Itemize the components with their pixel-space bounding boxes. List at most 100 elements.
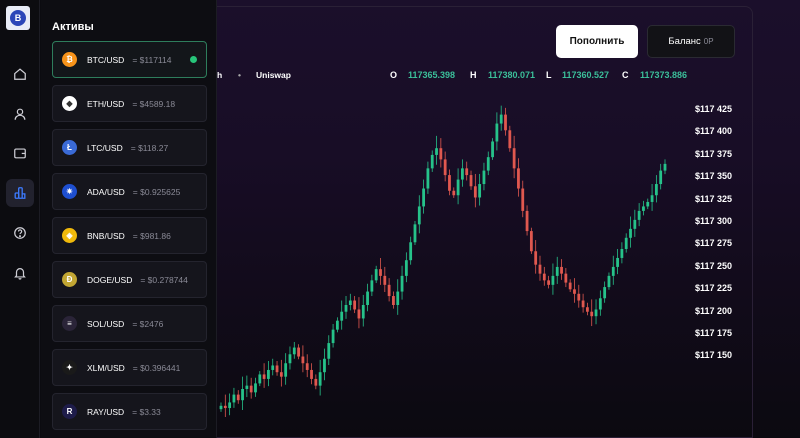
candle-body <box>499 114 503 124</box>
app-logo[interactable]: B <box>6 6 30 30</box>
candle-body <box>430 154 434 169</box>
candle-body <box>323 358 326 373</box>
coin-icon: ₿ <box>62 52 77 67</box>
wallet-icon[interactable] <box>6 139 34 167</box>
source-label: Uniswap <box>256 70 291 80</box>
user-icon[interactable] <box>6 100 34 128</box>
candle-body <box>417 206 421 225</box>
asset-pair: ETH/USD <box>87 98 125 109</box>
candle-body <box>314 378 318 386</box>
asset-pair: DOGE/USD <box>87 274 133 285</box>
candle-body <box>491 141 494 158</box>
candle-body <box>659 170 663 185</box>
candle-body <box>318 372 322 386</box>
candle-body <box>249 385 253 393</box>
candle-body <box>275 365 279 373</box>
asset-pair: XLM/USD <box>87 362 125 373</box>
candle-body <box>271 365 275 370</box>
candle-body <box>551 275 555 285</box>
home-icon[interactable] <box>6 60 34 88</box>
candle-body <box>340 311 344 321</box>
candle-body <box>409 242 413 261</box>
candle-body <box>620 249 624 258</box>
candle-body <box>538 264 542 274</box>
candle-body <box>581 300 585 308</box>
coin-icon: ≡ <box>62 316 77 331</box>
candle-body <box>331 329 335 344</box>
candle-body <box>310 369 313 379</box>
candle-body <box>219 405 223 410</box>
asset-item[interactable]: ◈ BNB/USD = $981.86 <box>52 217 207 254</box>
asset-pair: SOL/USD <box>87 318 125 329</box>
asset-price: = $0.925625 <box>132 186 181 197</box>
candle-body <box>577 293 581 301</box>
candle-body <box>348 300 352 305</box>
high-value: 117380.071 <box>488 70 536 80</box>
y-axis-tick-label: $117 425 <box>695 104 733 114</box>
candle-body <box>232 394 236 403</box>
coin-icon: ◈ <box>62 228 77 243</box>
active-indicator <box>190 56 197 63</box>
coin-icon: R <box>62 404 77 419</box>
bell-icon[interactable] <box>6 259 34 287</box>
y-axis-tick-label: $117 375 <box>695 148 733 159</box>
close-label: C <box>622 70 629 80</box>
low-label: L <box>546 70 552 80</box>
candle-body <box>629 228 632 238</box>
separator-dot: • <box>238 70 241 80</box>
coin-icon: Ð <box>62 272 77 287</box>
candle-body <box>353 300 357 310</box>
candle-body <box>633 219 637 229</box>
candle-body <box>478 184 482 198</box>
coin-icon: ✦ <box>62 360 77 375</box>
y-axis-tick-label: $117 275 <box>695 238 733 249</box>
asset-item[interactable]: ₿ BTC/USD = $117114 <box>52 41 207 78</box>
candle-body <box>288 354 292 364</box>
candle-body <box>404 260 408 276</box>
candle-body <box>297 347 300 357</box>
candle-body <box>603 287 607 299</box>
candle-body <box>517 168 520 189</box>
asset-item[interactable]: ≡ SOL/USD = $2476 <box>52 305 207 342</box>
candle-body <box>452 190 456 196</box>
candle-body <box>422 188 426 207</box>
deposit-button[interactable]: Пополнить <box>556 25 638 58</box>
assets-icon[interactable] <box>6 179 34 207</box>
candle-body <box>555 266 559 276</box>
asset-price: = $0.396441 <box>132 362 181 373</box>
asset-price: = $4589.18 <box>132 98 176 109</box>
chart-area[interactable]: Пополнить Баланс 0P h • Uniswap O 117365… <box>217 0 800 438</box>
asset-price: = $0.278744 <box>140 274 188 285</box>
candle-body <box>486 157 490 171</box>
candle-body <box>598 298 602 310</box>
candle-body <box>426 168 430 189</box>
asset-item[interactable]: ◆ ETH/USD = $4589.18 <box>52 85 207 122</box>
help-icon[interactable] <box>6 219 34 247</box>
asset-pair: BTC/USD <box>87 54 125 65</box>
candle-body <box>413 224 417 243</box>
asset-item[interactable]: Ł LTC/USD = $118.27 <box>52 129 207 166</box>
y-axis-tick-label: $117 350 <box>695 171 733 182</box>
assets-panel: Активы ₿ BTC/USD = $117114 ◆ ETH/USD = $4589.… <box>41 0 217 438</box>
candle-body <box>370 280 374 292</box>
candle-body <box>396 291 400 305</box>
candle-body <box>473 186 477 198</box>
candle-body <box>465 168 469 176</box>
candle-body <box>650 195 654 202</box>
candle-body <box>387 284 391 297</box>
candle-body <box>305 363 309 370</box>
balance-button[interactable]: Баланс 0P <box>647 25 735 58</box>
candle-body <box>642 206 645 211</box>
asset-item[interactable]: ✷ ADA/USD = $0.925625 <box>52 173 207 210</box>
candle-body <box>361 305 365 319</box>
candle-body <box>534 251 538 265</box>
candle-body <box>456 179 460 196</box>
candle-body <box>616 257 619 267</box>
candle-body <box>374 269 378 281</box>
asset-item[interactable]: R RAY/USD = $3.33 <box>52 393 207 430</box>
candle-body <box>547 280 551 285</box>
candle-body <box>568 282 572 290</box>
asset-item[interactable]: ✦ XLM/USD = $0.396441 <box>52 349 207 386</box>
asset-item[interactable]: Ð DOGE/USD = $0.278744 <box>52 261 207 298</box>
candle-body <box>241 389 244 401</box>
